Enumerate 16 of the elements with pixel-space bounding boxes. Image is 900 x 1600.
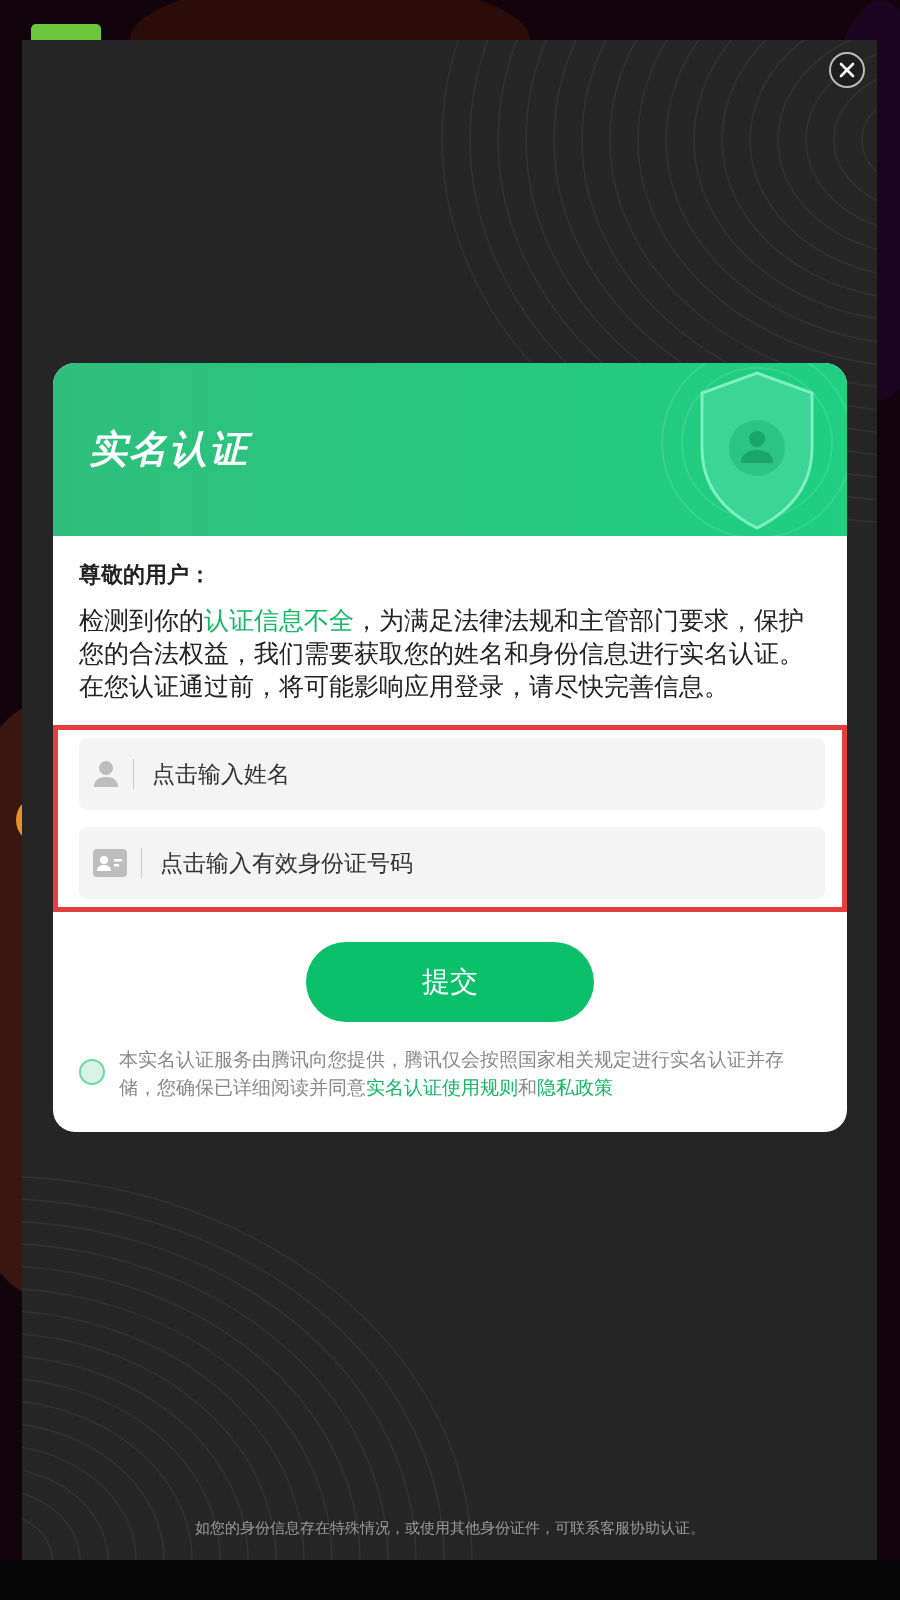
submit-button[interactable]: 提交 — [306, 942, 594, 1022]
close-icon — [839, 62, 855, 78]
person-icon — [93, 760, 119, 788]
agree-checkbox[interactable] — [79, 1059, 105, 1085]
close-button[interactable] — [829, 52, 865, 88]
notice-paragraph: 检测到你的认证信息不全，为满足法律法规和主管部门要求，保护您的合法权益，我们需要获取您的姓名和身份信息进行实名认证。在您认证通过前，将可能影响应用登录，请尽快完善信息。 — [79, 605, 805, 703]
agreement-text: 本实名认证服务由腾讯向您提供，腾讯仅会按照国家相关规定进行实名认证并存储，您确保已详细阅读并同意实名认证使用规则和隐私政策 — [119, 1048, 785, 1100]
text-input[interactable]: 点击输入有效身份证号码 — [158, 848, 811, 878]
policy-link[interactable]: 隐私政策 — [537, 1077, 613, 1098]
greeting: 尊敬的用户： — [79, 561, 212, 589]
policy-link[interactable]: 实名认证使用规则 — [366, 1077, 518, 1098]
footer-note: 如您的身份信息存在特殊情况，或使用其他身份证件，可联系客服协助认证。 — [194, 1519, 705, 1538]
id-card-icon — [93, 849, 127, 877]
id-number-field[interactable]: 点击输入有效身份证号码 — [79, 827, 825, 899]
name-field[interactable]: 点击输入姓名 — [79, 738, 825, 810]
text-input[interactable]: 点击输入姓名 — [150, 759, 811, 789]
